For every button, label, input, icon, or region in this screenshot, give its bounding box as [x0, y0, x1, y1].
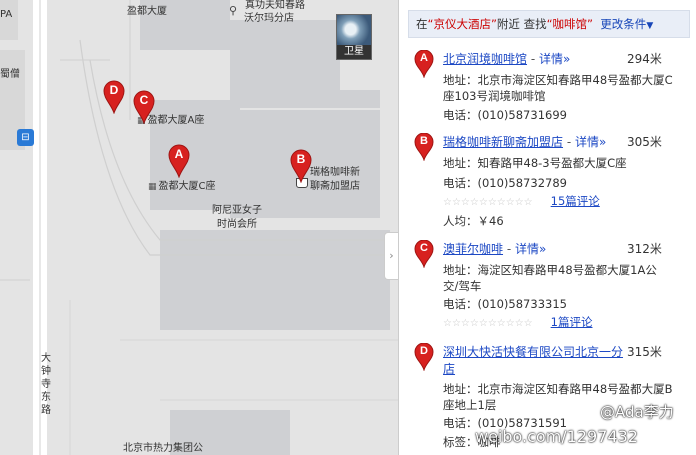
result-pin-c[interactable]: C: [414, 240, 434, 268]
map-label-anniya-2: 时尚会所: [217, 219, 257, 230]
result-detail-link-c[interactable]: 详情»: [515, 242, 546, 256]
search-prefix: 在: [416, 17, 428, 31]
bus-icon[interactable]: ⊟: [17, 129, 34, 146]
result-name-link-d[interactable]: 深圳大快活快餐有限公司北京一分: [443, 345, 623, 359]
store-icon: ⚲: [229, 4, 238, 17]
separator: -: [527, 52, 539, 66]
result-distance-a: 294米: [627, 52, 662, 66]
map-label-shengdu-top: 盈都大厦: [127, 6, 167, 17]
result-distance-c: 312米: [627, 242, 662, 256]
map-marker-a-letter: A: [174, 147, 184, 161]
map-view[interactable]: PA 盈都大厦 真功夫知春路 ⚲ 沃尔玛分店 蜀僧 ⊟ ▦ 盈都大厦A座 ▦ 盈都大…: [0, 0, 398, 455]
map-marker-b[interactable]: B: [289, 149, 313, 183]
result-distance-b: 305米: [627, 135, 662, 149]
result-avg-price-b: 人均：￥46: [443, 214, 504, 228]
result-detail-link-b[interactable]: 详情»: [575, 135, 606, 149]
result-phone-c: 电话：(010)58733315: [443, 297, 567, 311]
map-marker-a[interactable]: A: [167, 144, 191, 178]
result-rating-c: ☆☆☆☆☆☆☆☆☆☆ 1篇评论: [443, 313, 691, 333]
map-marker-d[interactable]: D: [102, 80, 126, 114]
result-reviews-link-b[interactable]: 15篇评论: [551, 194, 600, 208]
search-place: “京仪大酒店”: [427, 17, 497, 31]
result-detail-link-a[interactable]: 详情»: [539, 52, 570, 66]
result-rating-b: ☆☆☆☆☆☆☆☆☆☆ 15篇评论: [443, 192, 691, 212]
satellite-label: 卫星: [337, 45, 371, 59]
map-label-road-vertical: 大钟寺东路: [41, 353, 51, 416]
result-pin-d-letter: D: [420, 345, 428, 357]
map-label-shengdu-c-text: 盈都大厦C座: [158, 181, 216, 192]
result-pin-a-letter: A: [420, 52, 428, 64]
map-marker-c[interactable]: C: [132, 90, 156, 124]
map-base: [0, 0, 398, 455]
result-title-b: 瑞格咖啡新聊斋加盟店 - 详情»: [443, 133, 643, 152]
result-pin-b-letter: B: [420, 135, 428, 147]
map-label-pa: PA: [0, 9, 13, 20]
result-name-link-b[interactable]: 瑞格咖啡新聊斋加盟店: [443, 135, 563, 149]
map-label-shengdu-a-text: 盈都大厦A座: [147, 115, 205, 126]
map-label-bottom: 北京市热力集团公: [123, 443, 203, 454]
result-address-a-cont: 座103号润境咖啡馆: [443, 89, 546, 103]
separator: -: [563, 135, 575, 149]
result-pin-a[interactable]: A: [414, 50, 434, 78]
map-label-anniya-1: 阿尼亚女子: [212, 205, 262, 216]
map-marker-c-letter: C: [139, 93, 149, 107]
result-address-c-cont: 交/驾车: [443, 279, 482, 293]
result-phone-b: 电话：(010)58732789: [443, 176, 567, 190]
map-label-walmart: 沃尔玛分店: [244, 13, 294, 24]
result-name-link-a[interactable]: 北京润境咖啡馆: [443, 52, 527, 66]
result-phone-a: 电话：(010)58731699: [443, 108, 567, 122]
map-label-left-partial: 蜀僧: [0, 69, 20, 80]
search-middle: 附近 查找: [496, 17, 547, 31]
result-title-c: 澳菲尔咖啡 - 详情»: [443, 240, 643, 259]
chevron-down-icon[interactable]: ▼: [646, 21, 653, 31]
result-distance-d: 315米: [627, 345, 662, 359]
result-name-link-d-cont[interactable]: 店: [443, 362, 455, 376]
separator: -: [503, 242, 515, 256]
result-pin-d[interactable]: D: [414, 343, 434, 371]
result-pin-c-letter: C: [420, 242, 428, 254]
result-name-link-c[interactable]: 澳菲尔咖啡: [443, 242, 503, 256]
map-label-shengdu-c: ▦ 盈都大厦C座: [148, 181, 216, 193]
result-address-b: 地址：知春路甲48-3号盈都大厦C座: [443, 156, 627, 170]
map-marker-b-letter: B: [296, 152, 306, 166]
watermark-handle: @Ada李力: [600, 403, 674, 421]
result-title-a: 北京润境咖啡馆 - 详情»: [443, 50, 643, 69]
result-pin-b[interactable]: B: [414, 133, 434, 161]
satellite-thumbnail: [337, 15, 371, 47]
building-icon: ▦: [148, 182, 157, 192]
result-title-d-cont: 店: [443, 360, 643, 379]
map-label-ruige-2: 聊斋加盟店: [310, 181, 360, 192]
search-summary-bar: 在“京仪大酒店”附近 查找“咖啡馆” 更改条件▼: [408, 10, 690, 38]
satellite-toggle-button[interactable]: 卫星: [336, 14, 372, 60]
map-label-zhenggong: 真功夫知春路: [245, 0, 305, 11]
collapse-panel-button[interactable]: ›: [384, 232, 398, 280]
map-marker-d-letter: D: [109, 83, 119, 97]
results-panel: 在“京仪大酒店”附近 查找“咖啡馆” 更改条件▼ A 北京润境咖啡馆 - 详情»…: [398, 0, 696, 455]
change-conditions-link[interactable]: 更改条件: [600, 17, 646, 31]
map-label-ruige-1: 瑞格咖啡新: [310, 167, 360, 178]
rating-stars: ☆☆☆☆☆☆☆☆☆☆: [443, 197, 533, 208]
watermark-url: weibo.com/1297432: [475, 427, 638, 446]
search-keyword: “咖啡馆”: [546, 17, 593, 31]
result-reviews-link-c[interactable]: 1篇评论: [551, 315, 593, 329]
rating-stars: ☆☆☆☆☆☆☆☆☆☆: [443, 318, 533, 329]
